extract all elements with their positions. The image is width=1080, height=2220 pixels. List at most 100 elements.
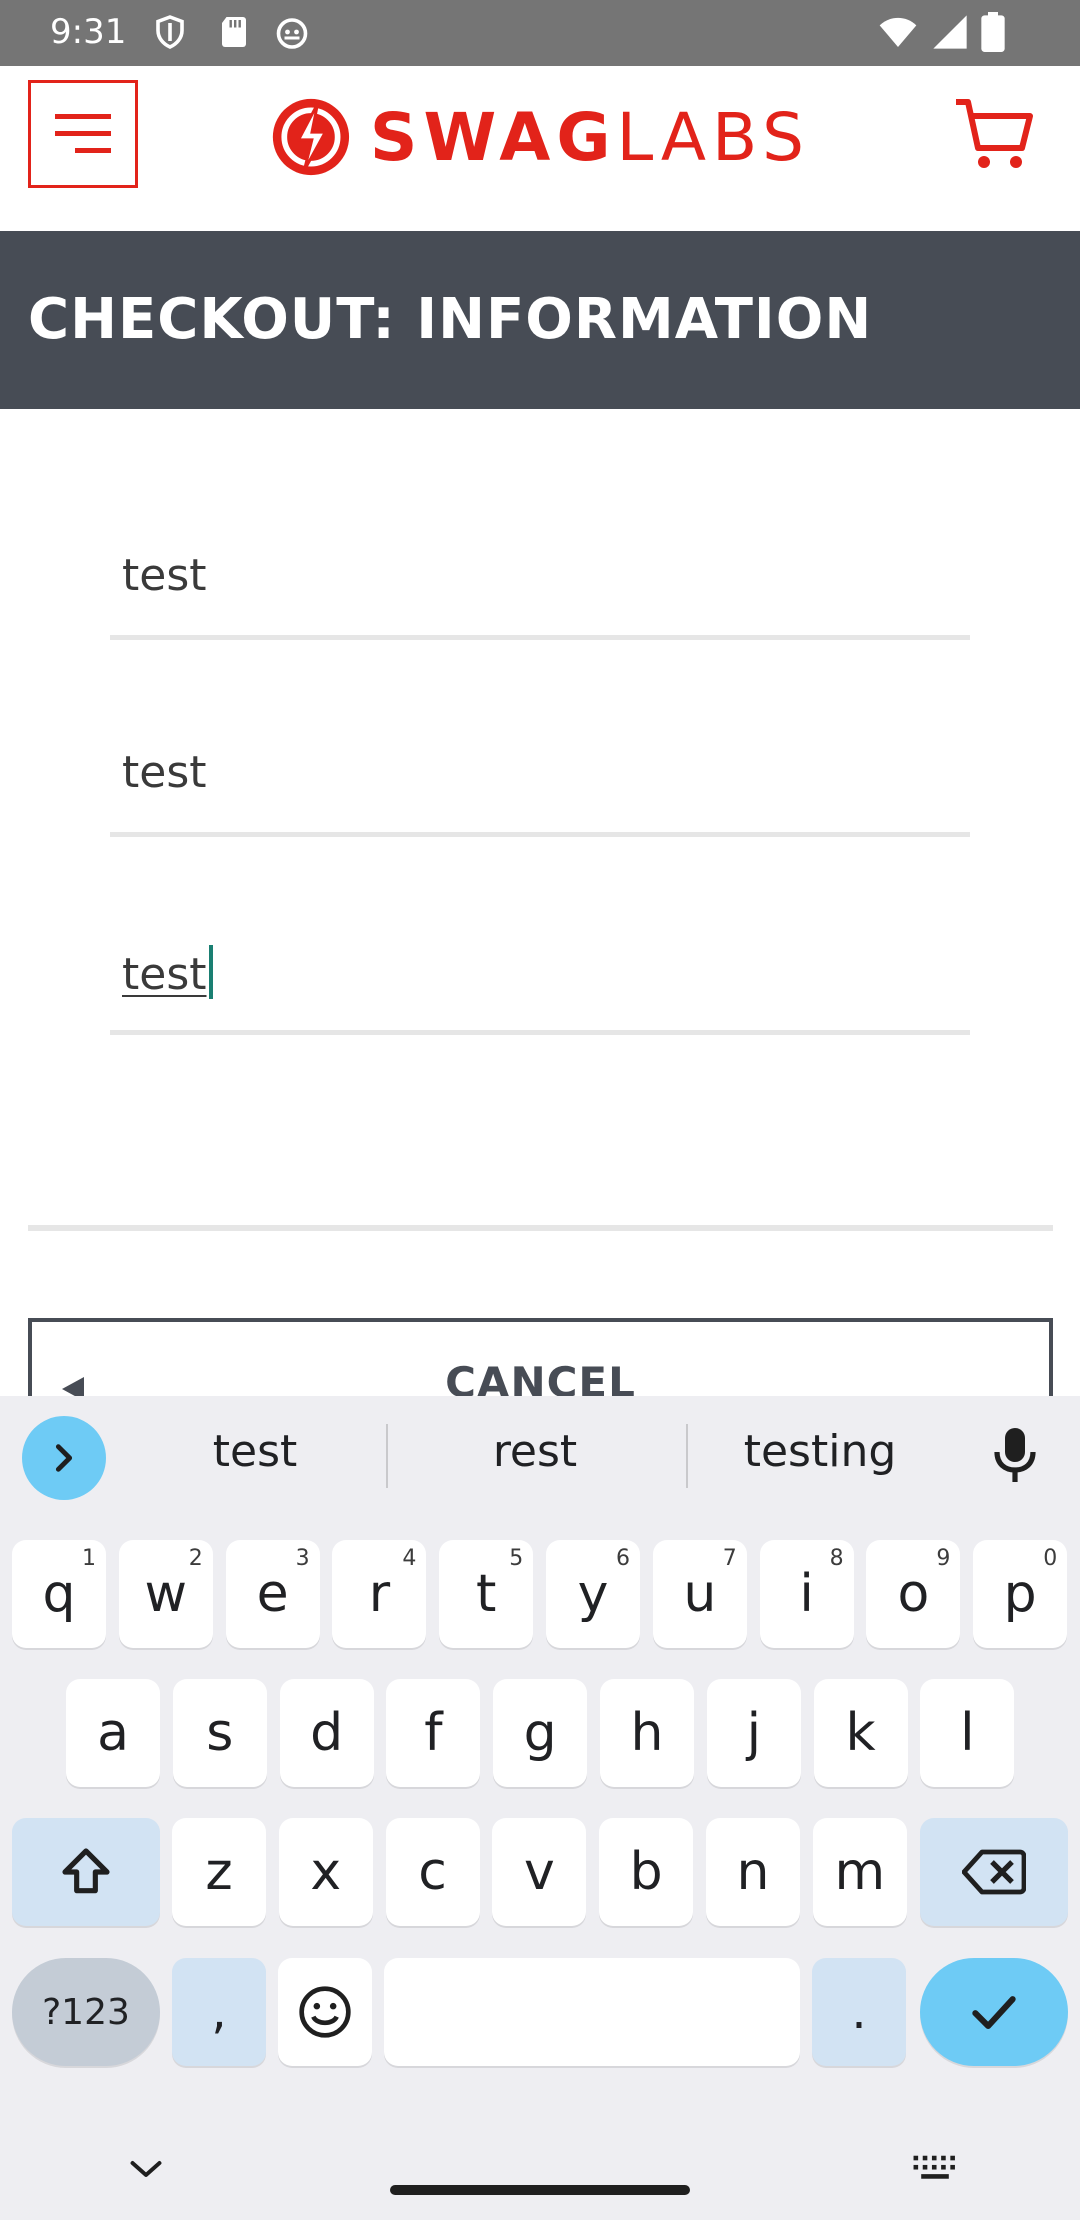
shopping-cart-icon[interactable]: [952, 92, 1036, 176]
menu-button[interactable]: [28, 80, 138, 188]
key-o[interactable]: o9: [866, 1540, 961, 1648]
suggestion-separator: [386, 1424, 388, 1488]
checkmark-icon: [972, 1996, 1016, 2030]
hide-keyboard-chevron-icon[interactable]: [128, 2158, 164, 2180]
key-label: z: [205, 1842, 233, 1902]
shift-key[interactable]: [12, 1818, 160, 1926]
backspace-key[interactable]: [920, 1818, 1068, 1926]
key-label: b: [629, 1842, 663, 1902]
key-d[interactable]: d: [279, 1679, 374, 1787]
suggestion-3[interactable]: testing: [700, 1426, 940, 1477]
key-label: f: [424, 1703, 443, 1763]
key-b[interactable]: b: [599, 1818, 694, 1926]
key-label: v: [524, 1842, 555, 1902]
first-name-field[interactable]: test: [110, 530, 970, 640]
space-key[interactable]: [384, 1958, 800, 2066]
lightning-logo-icon: [272, 98, 350, 176]
key-label: i: [799, 1564, 814, 1624]
key-hint: 1: [82, 1546, 96, 1571]
key-hint: 4: [402, 1546, 417, 1571]
key-label: j: [746, 1703, 762, 1763]
backspace-icon: [962, 1849, 1026, 1895]
key-p[interactable]: p0: [973, 1540, 1068, 1648]
key-hint: 8: [829, 1546, 844, 1571]
key-hint: 3: [295, 1546, 310, 1571]
suggestion-2[interactable]: rest: [415, 1426, 655, 1477]
key-w[interactable]: w2: [118, 1540, 213, 1648]
key-label: r: [368, 1564, 391, 1624]
postal-code-value: test: [122, 945, 213, 1000]
key-label: p: [1003, 1564, 1037, 1624]
key-hint: 6: [616, 1546, 630, 1571]
key-label: w: [144, 1564, 188, 1624]
shield-icon: [156, 15, 184, 49]
key-a[interactable]: a: [66, 1679, 160, 1787]
expand-toolbar-button[interactable]: [22, 1416, 106, 1500]
key-hint: 5: [509, 1546, 524, 1571]
app-header: SWAGLABS: [0, 66, 1080, 231]
key-s[interactable]: s: [172, 1679, 267, 1787]
swag-labs-logo: SWAGLABS: [270, 92, 810, 182]
soft-keyboard: test rest testing ?123 , . q1w2e3r4t5y6u…: [0, 1396, 1080, 2220]
key-t[interactable]: t5: [439, 1540, 534, 1648]
symbols-key[interactable]: ?123: [12, 1958, 160, 2066]
key-hint: 7: [722, 1546, 737, 1571]
key-h[interactable]: h: [600, 1679, 694, 1787]
home-indicator[interactable]: [390, 2185, 690, 2195]
key-label: h: [630, 1703, 664, 1763]
key-label: o: [897, 1564, 930, 1624]
emoji-key[interactable]: [278, 1958, 372, 2066]
hamburger-menu-icon: [55, 114, 111, 153]
key-q[interactable]: q1: [12, 1540, 106, 1648]
suggestion-1[interactable]: test: [135, 1426, 375, 1477]
last-name-value: test: [122, 747, 207, 798]
key-l[interactable]: l: [920, 1679, 1015, 1787]
key-r[interactable]: r4: [332, 1540, 427, 1648]
status-time: 9:31: [50, 12, 127, 52]
done-key[interactable]: [920, 1958, 1068, 2066]
page-banner: CHECKOUT: INFORMATION: [0, 231, 1080, 409]
page-title: CHECKOUT: INFORMATION: [28, 287, 873, 352]
shift-arrow-icon: [62, 1848, 110, 1894]
key-hint: 9: [936, 1546, 951, 1571]
key-label: k: [845, 1703, 876, 1763]
key-i[interactable]: i8: [759, 1540, 854, 1648]
postal-code-field[interactable]: test: [110, 925, 970, 1035]
key-u[interactable]: u7: [652, 1540, 747, 1648]
key-y[interactable]: y6: [546, 1540, 640, 1648]
key-label: t: [475, 1564, 497, 1624]
key-k[interactable]: k: [813, 1679, 908, 1787]
key-m[interactable]: m: [812, 1818, 907, 1926]
key-x[interactable]: x: [278, 1818, 373, 1926]
key-label: n: [736, 1842, 770, 1902]
wifi-icon: [879, 17, 917, 47]
key-label: m: [834, 1842, 886, 1902]
microphone-icon[interactable]: [990, 1426, 1040, 1486]
signal-icon: [933, 15, 967, 49]
key-label: x: [310, 1842, 342, 1902]
key-g[interactable]: g: [493, 1679, 588, 1787]
key-label: c: [418, 1842, 447, 1902]
last-name-field[interactable]: test: [110, 727, 970, 837]
logo-text-thin: LABS: [616, 98, 810, 176]
key-hint: 0: [1043, 1546, 1058, 1571]
key-label: q: [42, 1564, 76, 1624]
key-c[interactable]: c: [385, 1818, 480, 1926]
key-label: y: [577, 1564, 609, 1624]
battery-icon: [981, 12, 1005, 52]
comma-key[interactable]: ,: [172, 1958, 266, 2066]
key-e[interactable]: e3: [225, 1540, 320, 1648]
key-label: g: [523, 1703, 557, 1763]
navigation-bar: [0, 2110, 1080, 2220]
key-v[interactable]: v: [492, 1818, 587, 1926]
key-label: d: [310, 1703, 344, 1763]
key-f[interactable]: f: [386, 1679, 481, 1787]
period-key[interactable]: .: [812, 1958, 906, 2066]
key-z[interactable]: z: [172, 1818, 266, 1926]
keyboard-switch-icon[interactable]: [912, 2154, 958, 2182]
key-j[interactable]: j: [706, 1679, 801, 1787]
key-n[interactable]: n: [706, 1818, 800, 1926]
sd-card-icon: [222, 17, 246, 47]
key-label: e: [256, 1564, 289, 1624]
suggestion-strip: test rest testing: [0, 1396, 1080, 1516]
